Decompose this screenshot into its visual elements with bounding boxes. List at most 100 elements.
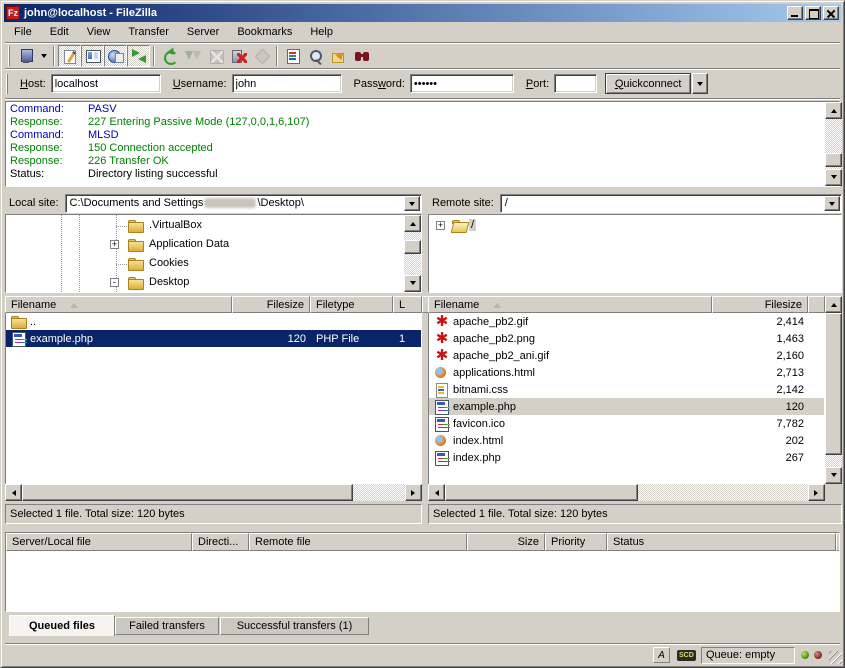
column-header-size[interactable]: Size	[467, 533, 545, 551]
toggle-transfer-queue-icon	[131, 48, 147, 64]
column-header-status[interactable]: Status	[607, 533, 836, 551]
column-header-filetype[interactable]: Filetype	[310, 296, 393, 313]
scroll-left-button[interactable]	[5, 484, 22, 501]
column-header-filename[interactable]: Filename	[5, 296, 232, 313]
remote-vscrollbar[interactable]	[825, 296, 842, 484]
process-queue-button[interactable]	[181, 45, 204, 67]
file-name-cell: apache_pb2.png	[429, 330, 713, 347]
file-row-index-php[interactable]: index.php267	[429, 449, 824, 466]
tree-item-virtualbox[interactable]: .VirtualBox	[6, 217, 421, 236]
password-input[interactable]	[410, 74, 514, 93]
menu-item-view[interactable]: View	[78, 23, 120, 41]
cancel-operation-button[interactable]	[204, 45, 227, 67]
column-header-l[interactable]: L	[393, 296, 422, 313]
remote-site-dropdown[interactable]	[824, 196, 840, 211]
tree-item-cookies[interactable]: Cookies	[6, 255, 421, 274]
column-header-remote-file[interactable]: Remote file	[249, 533, 467, 551]
menu-item-bookmarks[interactable]: Bookmarks	[228, 23, 301, 41]
file-row-blank[interactable]: ..	[6, 313, 421, 330]
tab-failed-transfers[interactable]: Failed transfers	[115, 617, 219, 635]
minimize-button[interactable]	[787, 6, 803, 20]
file-row-applications-html[interactable]: applications.html2,713	[429, 364, 824, 381]
disconnect-button[interactable]	[227, 45, 250, 67]
directory-comparison-button[interactable]	[304, 45, 327, 67]
tree-item-blank[interactable]: +/	[429, 217, 841, 236]
local-hscrollbar[interactable]	[5, 484, 422, 501]
local-tree-scrollbar[interactable]	[404, 215, 421, 292]
menu-item-file[interactable]: File	[5, 23, 41, 41]
close-button[interactable]	[823, 6, 839, 20]
menu-item-help[interactable]: Help	[301, 23, 342, 41]
scroll-up-button[interactable]	[825, 296, 842, 313]
tab-successful-transfers-1[interactable]: Successful transfers (1)	[220, 617, 369, 635]
menu-item-transfer[interactable]: Transfer	[119, 23, 178, 41]
tab-queued-files[interactable]: Queued files	[9, 615, 115, 636]
collapse-minus-icon[interactable]: -	[110, 278, 119, 287]
html-icon	[434, 366, 450, 380]
expand-plus-icon[interactable]: +	[110, 240, 119, 249]
column-header-priority[interactable]: Priority	[545, 533, 607, 551]
menu-item-server[interactable]: Server	[178, 23, 228, 41]
tree-item-desktop[interactable]: -Desktop	[6, 274, 421, 293]
host-input[interactable]	[51, 74, 161, 93]
remote-site-combo[interactable]: /	[500, 194, 842, 213]
directory-filters-button[interactable]	[281, 45, 304, 67]
file-name: index.html	[453, 433, 503, 449]
username-input[interactable]	[232, 74, 342, 93]
scroll-down-button[interactable]	[825, 467, 842, 484]
port-label: Port:	[526, 78, 549, 90]
column-header-filesize[interactable]: Filesize	[232, 296, 310, 313]
queue-status: Queue: empty	[701, 647, 795, 664]
titlebar[interactable]: Fz john@localhost - FileZilla	[4, 4, 841, 22]
scrollbar-thumb[interactable]	[445, 484, 638, 501]
log-scrollbar[interactable]	[825, 102, 842, 186]
file-row-example-php[interactable]: example.php120PHP File1	[6, 330, 421, 347]
column-header-directi[interactable]: Directi...	[192, 533, 249, 551]
file-row-apache-pb2-gif[interactable]: apache_pb2.gif2,414	[429, 313, 824, 330]
host-label: Host:	[20, 78, 46, 90]
scroll-right-button[interactable]	[808, 484, 825, 501]
scroll-down-button[interactable]	[825, 169, 842, 186]
file-row-example-php[interactable]: example.php120	[429, 398, 824, 415]
scroll-up-button[interactable]	[825, 102, 842, 119]
file-row-favicon-ico[interactable]: favicon.ico7,782	[429, 415, 824, 432]
remote-hscrollbar[interactable]	[428, 484, 825, 501]
column-header-server-local-file[interactable]: Server/Local file	[6, 533, 192, 551]
file-row-apache-pb2-ani-gif[interactable]: apache_pb2_ani.gif2,160	[429, 347, 824, 364]
reconnect-button[interactable]	[250, 45, 273, 67]
local-site-dropdown[interactable]	[404, 196, 420, 211]
toggle-message-log-button[interactable]	[58, 45, 81, 67]
scrollbar-thumb[interactable]	[404, 240, 421, 254]
tree-item-application-data[interactable]: +Application Data	[6, 236, 421, 255]
menu-item-edit[interactable]: Edit	[41, 23, 78, 41]
site-manager-button[interactable]	[14, 45, 37, 67]
maximize-button[interactable]	[805, 6, 821, 20]
site-manager-dropdown[interactable]	[37, 45, 50, 67]
file-row-index-html[interactable]: index.html202	[429, 432, 824, 449]
quickconnect-dropdown[interactable]	[692, 73, 708, 94]
scroll-left-button[interactable]	[428, 484, 445, 501]
toolbar-separator	[53, 46, 55, 66]
column-header-filename[interactable]: Filename	[428, 296, 712, 313]
file-row-apache-pb2-png[interactable]: apache_pb2.png1,463	[429, 330, 824, 347]
scroll-right-button[interactable]	[405, 484, 422, 501]
synchronized-browsing-button[interactable]	[327, 45, 350, 67]
scrollbar-thumb[interactable]	[825, 153, 842, 167]
scroll-up-button[interactable]	[404, 215, 421, 232]
toggle-transfer-queue-button[interactable]	[127, 45, 150, 67]
file-row-bitnami-css[interactable]: bitnami.css2,142	[429, 381, 824, 398]
scrollbar-thumb[interactable]	[22, 484, 353, 501]
scroll-down-button[interactable]	[404, 275, 421, 292]
refresh-button[interactable]	[158, 45, 181, 67]
column-header-filesize[interactable]: Filesize	[712, 296, 808, 313]
expand-plus-icon[interactable]: +	[436, 221, 445, 230]
port-input[interactable]	[554, 74, 597, 93]
scrollbar-thumb[interactable]	[825, 313, 842, 455]
toggle-remote-tree-button[interactable]	[104, 45, 127, 67]
quickconnect-button[interactable]: Quickconnect	[605, 73, 691, 94]
local-site-combo[interactable]: C:\Documents and Settings\Desktop\	[65, 194, 422, 213]
toggle-local-tree-button[interactable]	[81, 45, 104, 67]
log-line: Status:Directory listing successful	[10, 168, 839, 181]
find-files-button[interactable]	[350, 45, 373, 67]
resize-grip[interactable]	[829, 651, 842, 664]
